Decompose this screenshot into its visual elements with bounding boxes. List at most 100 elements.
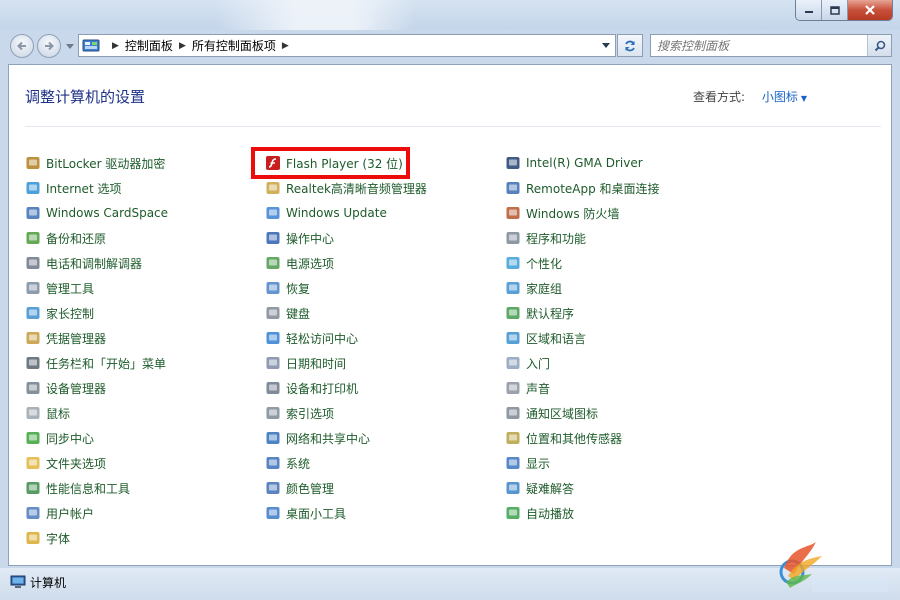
control-panel-item[interactable]: 管理工具 — [25, 278, 94, 298]
control-panel-item[interactable]: 显示 — [505, 453, 550, 473]
control-panel-item-label[interactable]: 凭据管理器 — [46, 330, 106, 347]
control-panel-item-label[interactable]: 字体 — [46, 530, 70, 547]
control-panel-item[interactable]: 默认程序 — [505, 303, 574, 323]
refresh-button[interactable] — [617, 34, 643, 57]
control-panel-item-label[interactable]: Intel(R) GMA Driver — [526, 156, 643, 170]
control-panel-item[interactable]: 声音 — [505, 378, 550, 398]
control-panel-item[interactable]: 操作中心 — [265, 228, 334, 248]
control-panel-item-label[interactable]: 任务栏和「开始」菜单 — [46, 355, 166, 372]
control-panel-item[interactable]: 通知区域图标 — [505, 403, 598, 423]
address-dropdown-icon[interactable] — [602, 43, 610, 48]
control-panel-item-label[interactable]: 轻松访问中心 — [286, 330, 358, 347]
control-panel-item[interactable]: 个性化 — [505, 253, 562, 273]
control-panel-item-label[interactable]: 键盘 — [286, 305, 310, 322]
control-panel-item-label[interactable]: 性能信息和工具 — [46, 480, 130, 497]
control-panel-item-label[interactable]: 恢复 — [286, 280, 310, 297]
control-panel-item-label[interactable]: 电话和调制解调器 — [46, 255, 142, 272]
control-panel-item-label[interactable]: Windows CardSpace — [46, 206, 168, 220]
control-panel-item[interactable]: 电话和调制解调器 — [25, 253, 142, 273]
control-panel-item-label[interactable]: Realtek高清晰音频管理器 — [286, 180, 427, 197]
control-panel-item[interactable]: Windows 防火墙 — [505, 203, 619, 223]
control-panel-item[interactable]: RemoteApp 和桌面连接 — [505, 178, 660, 198]
control-panel-item-label[interactable]: 日期和时间 — [286, 355, 346, 372]
control-panel-item[interactable]: Windows Update — [265, 203, 387, 223]
control-panel-item[interactable]: BitLocker 驱动器加密 — [25, 153, 165, 173]
control-panel-item-label[interactable]: 个性化 — [526, 255, 562, 272]
control-panel-item[interactable]: 性能信息和工具 — [25, 478, 130, 498]
breadcrumb-control-panel[interactable]: 控制面板 — [125, 37, 173, 54]
control-panel-item-label[interactable]: 文件夹选项 — [46, 455, 106, 472]
control-panel-item[interactable]: 系统 — [265, 453, 310, 473]
control-panel-item-label[interactable]: 用户帐户 — [46, 505, 94, 522]
control-panel-item[interactable]: 凭据管理器 — [25, 328, 106, 348]
control-panel-item[interactable]: 电源选项 — [265, 253, 334, 273]
control-panel-item[interactable]: 自动播放 — [505, 503, 574, 523]
control-panel-item[interactable]: 用户帐户 — [25, 503, 94, 523]
control-panel-item-label[interactable]: 颜色管理 — [286, 480, 334, 497]
control-panel-item[interactable]: 颜色管理 — [265, 478, 334, 498]
control-panel-item-label[interactable]: 自动播放 — [526, 505, 574, 522]
control-panel-item-label[interactable]: 索引选项 — [286, 405, 334, 422]
control-panel-item-label[interactable]: 入门 — [526, 355, 550, 372]
control-panel-item-label[interactable]: Windows 防火墙 — [526, 205, 619, 222]
control-panel-item-label[interactable]: 备份和还原 — [46, 230, 106, 247]
view-mode-value[interactable]: 小图标 — [762, 90, 798, 104]
control-panel-item-label[interactable]: 声音 — [526, 380, 550, 397]
control-panel-item-label[interactable]: 设备管理器 — [46, 380, 106, 397]
control-panel-item[interactable]: Windows CardSpace — [25, 203, 168, 223]
control-panel-item[interactable]: 文件夹选项 — [25, 453, 106, 473]
control-panel-item[interactable]: 设备管理器 — [25, 378, 106, 398]
control-panel-item-label[interactable]: 桌面小工具 — [286, 505, 346, 522]
control-panel-item-label[interactable]: 显示 — [526, 455, 550, 472]
control-panel-item-label[interactable]: 位置和其他传感器 — [526, 430, 622, 447]
control-panel-item[interactable]: 恢复 — [265, 278, 310, 298]
breadcrumb-separator-icon[interactable]: ▶ — [179, 41, 186, 51]
control-panel-item[interactable]: Intel(R) GMA Driver — [505, 153, 643, 173]
control-panel-item-label[interactable]: 同步中心 — [46, 430, 94, 447]
close-button[interactable] — [848, 0, 892, 20]
control-panel-item[interactable]: 设备和打印机 — [265, 378, 358, 398]
control-panel-item[interactable]: 键盘 — [265, 303, 310, 323]
control-panel-item[interactable]: 日期和时间 — [265, 353, 346, 373]
control-panel-item-label[interactable]: 默认程序 — [526, 305, 574, 322]
control-panel-item-label[interactable]: 系统 — [286, 455, 310, 472]
control-panel-item[interactable]: 位置和其他传感器 — [505, 428, 622, 448]
back-button[interactable] — [10, 34, 34, 58]
control-panel-item-label[interactable]: Internet 选项 — [46, 180, 121, 197]
breadcrumb-separator-icon[interactable]: ▶ — [282, 41, 289, 51]
control-panel-item-label[interactable]: 通知区域图标 — [526, 405, 598, 422]
control-panel-item[interactable]: 网络和共享中心 — [265, 428, 370, 448]
control-panel-item-label[interactable]: Windows Update — [286, 206, 387, 220]
control-panel-item-label[interactable]: 疑难解答 — [526, 480, 574, 497]
control-panel-item[interactable]: 家庭组 — [505, 278, 562, 298]
control-panel-item[interactable]: 索引选项 — [265, 403, 334, 423]
control-panel-item-label[interactable]: 家长控制 — [46, 305, 94, 322]
control-panel-item-label[interactable]: 电源选项 — [286, 255, 334, 272]
chevron-down-icon[interactable]: ▼ — [801, 94, 807, 103]
minimize-button[interactable] — [796, 0, 822, 20]
control-panel-item[interactable]: Internet 选项 — [25, 178, 121, 198]
control-panel-item[interactable]: 轻松访问中心 — [265, 328, 358, 348]
control-panel-item[interactable]: 入门 — [505, 353, 550, 373]
control-panel-item-label[interactable]: 设备和打印机 — [286, 380, 358, 397]
control-panel-item-label[interactable]: 管理工具 — [46, 280, 94, 297]
control-panel-item-label[interactable]: 鼠标 — [46, 405, 70, 422]
control-panel-item[interactable]: 字体 — [25, 528, 70, 548]
control-panel-item[interactable]: Realtek高清晰音频管理器 — [265, 178, 427, 198]
search-button[interactable] — [867, 35, 891, 56]
view-mode-dropdown[interactable]: 小图标 ▼ — [762, 88, 807, 105]
control-panel-item[interactable]: 程序和功能 — [505, 228, 586, 248]
control-panel-item-label[interactable]: BitLocker 驱动器加密 — [46, 155, 165, 172]
search-box[interactable] — [650, 34, 892, 57]
control-panel-item[interactable]: 同步中心 — [25, 428, 94, 448]
search-input[interactable] — [657, 38, 857, 53]
control-panel-item[interactable]: 鼠标 — [25, 403, 70, 423]
control-panel-item-label[interactable]: RemoteApp 和桌面连接 — [526, 180, 660, 197]
control-panel-item[interactable]: 备份和还原 — [25, 228, 106, 248]
control-panel-item-label[interactable]: 程序和功能 — [526, 230, 586, 247]
forward-button[interactable] — [37, 34, 61, 58]
control-panel-item[interactable]: 家长控制 — [25, 303, 94, 323]
address-bar[interactable]: ▶ 控制面板 ▶ 所有控制面板项 ▶ — [78, 34, 616, 57]
maximize-button[interactable] — [822, 0, 848, 20]
control-panel-item[interactable]: 桌面小工具 — [265, 503, 346, 523]
